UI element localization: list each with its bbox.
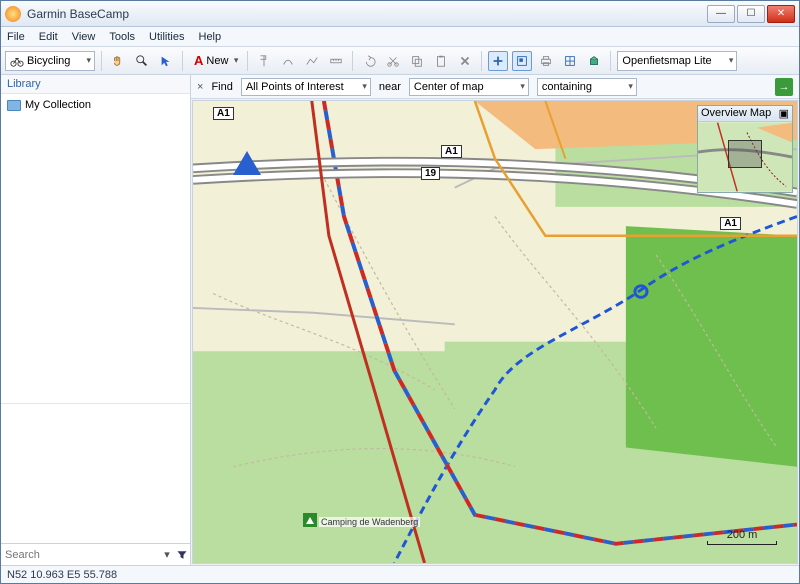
select-tool-button[interactable] bbox=[156, 51, 176, 71]
tree-item-label: My Collection bbox=[25, 99, 91, 111]
overview-canvas[interactable] bbox=[698, 122, 792, 192]
window-buttons: — ☐ ✕ bbox=[707, 5, 795, 23]
scale-label: 200 m bbox=[727, 529, 758, 541]
sidebar: Library My Collection ▾ bbox=[1, 75, 191, 565]
status-coords: N52 10.963 E5 55.788 bbox=[7, 569, 117, 581]
find-subject-select[interactable]: All Points of Interest bbox=[241, 78, 371, 96]
sidebar-header: Library bbox=[1, 75, 190, 94]
cut-button[interactable] bbox=[383, 51, 403, 71]
new-button[interactable]: A New bbox=[189, 51, 241, 71]
menubar: File Edit View Tools Utilities Help bbox=[1, 27, 799, 47]
new-label: New bbox=[206, 55, 228, 67]
folder-icon bbox=[7, 100, 21, 111]
menu-utilities[interactable]: Utilities bbox=[149, 31, 184, 43]
road-badge: A1 bbox=[441, 145, 462, 158]
find-go-button[interactable]: → bbox=[775, 78, 793, 96]
search-dropdown[interactable]: ▾ bbox=[160, 548, 174, 561]
map-canvas[interactable]: A1 A1 19 A1 Camping de Wadenberg Overvie… bbox=[192, 100, 798, 564]
map-product-label: Openfietsmap Lite bbox=[622, 55, 711, 67]
menu-file[interactable]: File bbox=[7, 31, 25, 43]
menu-edit[interactable]: Edit bbox=[39, 31, 58, 43]
app-window: Garmin BaseCamp — ☐ ✕ File Edit View Too… bbox=[0, 0, 800, 584]
window-title: Garmin BaseCamp bbox=[27, 7, 707, 21]
overview-viewport[interactable] bbox=[728, 140, 762, 168]
minimize-button[interactable]: — bbox=[707, 5, 735, 23]
road-badge: A1 bbox=[720, 217, 741, 230]
bicycle-icon bbox=[10, 54, 24, 68]
measure-tool-button[interactable] bbox=[326, 51, 346, 71]
overview-map[interactable]: Overview Map ▣ bbox=[697, 105, 793, 193]
menu-view[interactable]: View bbox=[72, 31, 96, 43]
toggle-detail-button[interactable] bbox=[488, 51, 508, 71]
undo-button[interactable] bbox=[359, 51, 379, 71]
road-badge: A1 bbox=[213, 107, 234, 120]
zoom-tool-button[interactable] bbox=[132, 51, 152, 71]
geocache-button[interactable] bbox=[584, 51, 604, 71]
find-mode-select[interactable]: containing bbox=[537, 78, 637, 96]
toolbar: Bicycling A New Openfietsmap Lite bbox=[1, 47, 799, 75]
separator bbox=[247, 51, 248, 71]
search-input[interactable] bbox=[1, 545, 160, 565]
overview-title: Overview Map bbox=[701, 107, 771, 120]
flag-icon: A bbox=[194, 53, 203, 68]
overview-header: Overview Map ▣ bbox=[698, 106, 792, 122]
north-marker-icon bbox=[233, 151, 261, 175]
close-button[interactable]: ✕ bbox=[767, 5, 795, 23]
camping-icon bbox=[303, 513, 317, 527]
map-product-select[interactable]: Openfietsmap Lite bbox=[617, 51, 737, 71]
library-tree[interactable]: My Collection bbox=[1, 94, 190, 403]
waypoint-tool-button[interactable] bbox=[254, 51, 274, 71]
print-button[interactable] bbox=[536, 51, 556, 71]
copy-button[interactable] bbox=[407, 51, 427, 71]
overview-close-icon[interactable]: ▣ bbox=[779, 107, 789, 120]
track-tool-button[interactable] bbox=[302, 51, 322, 71]
filter-button[interactable] bbox=[174, 549, 190, 561]
scale-bar: 200 m bbox=[707, 529, 777, 545]
camping-label: Camping de Wadenberg bbox=[319, 517, 420, 527]
delete-button[interactable] bbox=[455, 51, 475, 71]
separator bbox=[352, 51, 353, 71]
tree-item-my-collection[interactable]: My Collection bbox=[5, 98, 186, 112]
separator bbox=[610, 51, 611, 71]
road-badge: 19 bbox=[421, 167, 440, 180]
body: Library My Collection ▾ × Find All Point… bbox=[1, 75, 799, 565]
separator bbox=[101, 51, 102, 71]
find-location-select[interactable]: Center of map bbox=[409, 78, 529, 96]
status-bar: N52 10.963 E5 55.788 bbox=[1, 565, 799, 583]
hand-tool-button[interactable] bbox=[108, 51, 128, 71]
search-row: ▾ bbox=[1, 543, 190, 565]
toggle-overview-button[interactable] bbox=[512, 51, 532, 71]
find-bar: × Find All Points of Interest near Cente… bbox=[191, 75, 799, 99]
menu-tools[interactable]: Tools bbox=[109, 31, 135, 43]
sidebar-lower-pane bbox=[1, 403, 190, 543]
paste-button[interactable] bbox=[431, 51, 451, 71]
activity-label: Bicycling bbox=[27, 55, 70, 67]
scale-bar-graphic bbox=[707, 541, 777, 545]
activity-select[interactable]: Bicycling bbox=[5, 51, 95, 71]
separator bbox=[182, 51, 183, 71]
map-area: × Find All Points of Interest near Cente… bbox=[191, 75, 799, 565]
app-icon bbox=[5, 6, 21, 22]
findbar-close[interactable]: × bbox=[197, 81, 203, 93]
near-label: near bbox=[379, 81, 401, 93]
maximize-button[interactable]: ☐ bbox=[737, 5, 765, 23]
menu-help[interactable]: Help bbox=[199, 31, 222, 43]
route-tool-button[interactable] bbox=[278, 51, 298, 71]
titlebar: Garmin BaseCamp — ☐ ✕ bbox=[1, 1, 799, 27]
fit-button[interactable] bbox=[560, 51, 580, 71]
find-label: Find bbox=[211, 81, 232, 93]
separator bbox=[481, 51, 482, 71]
